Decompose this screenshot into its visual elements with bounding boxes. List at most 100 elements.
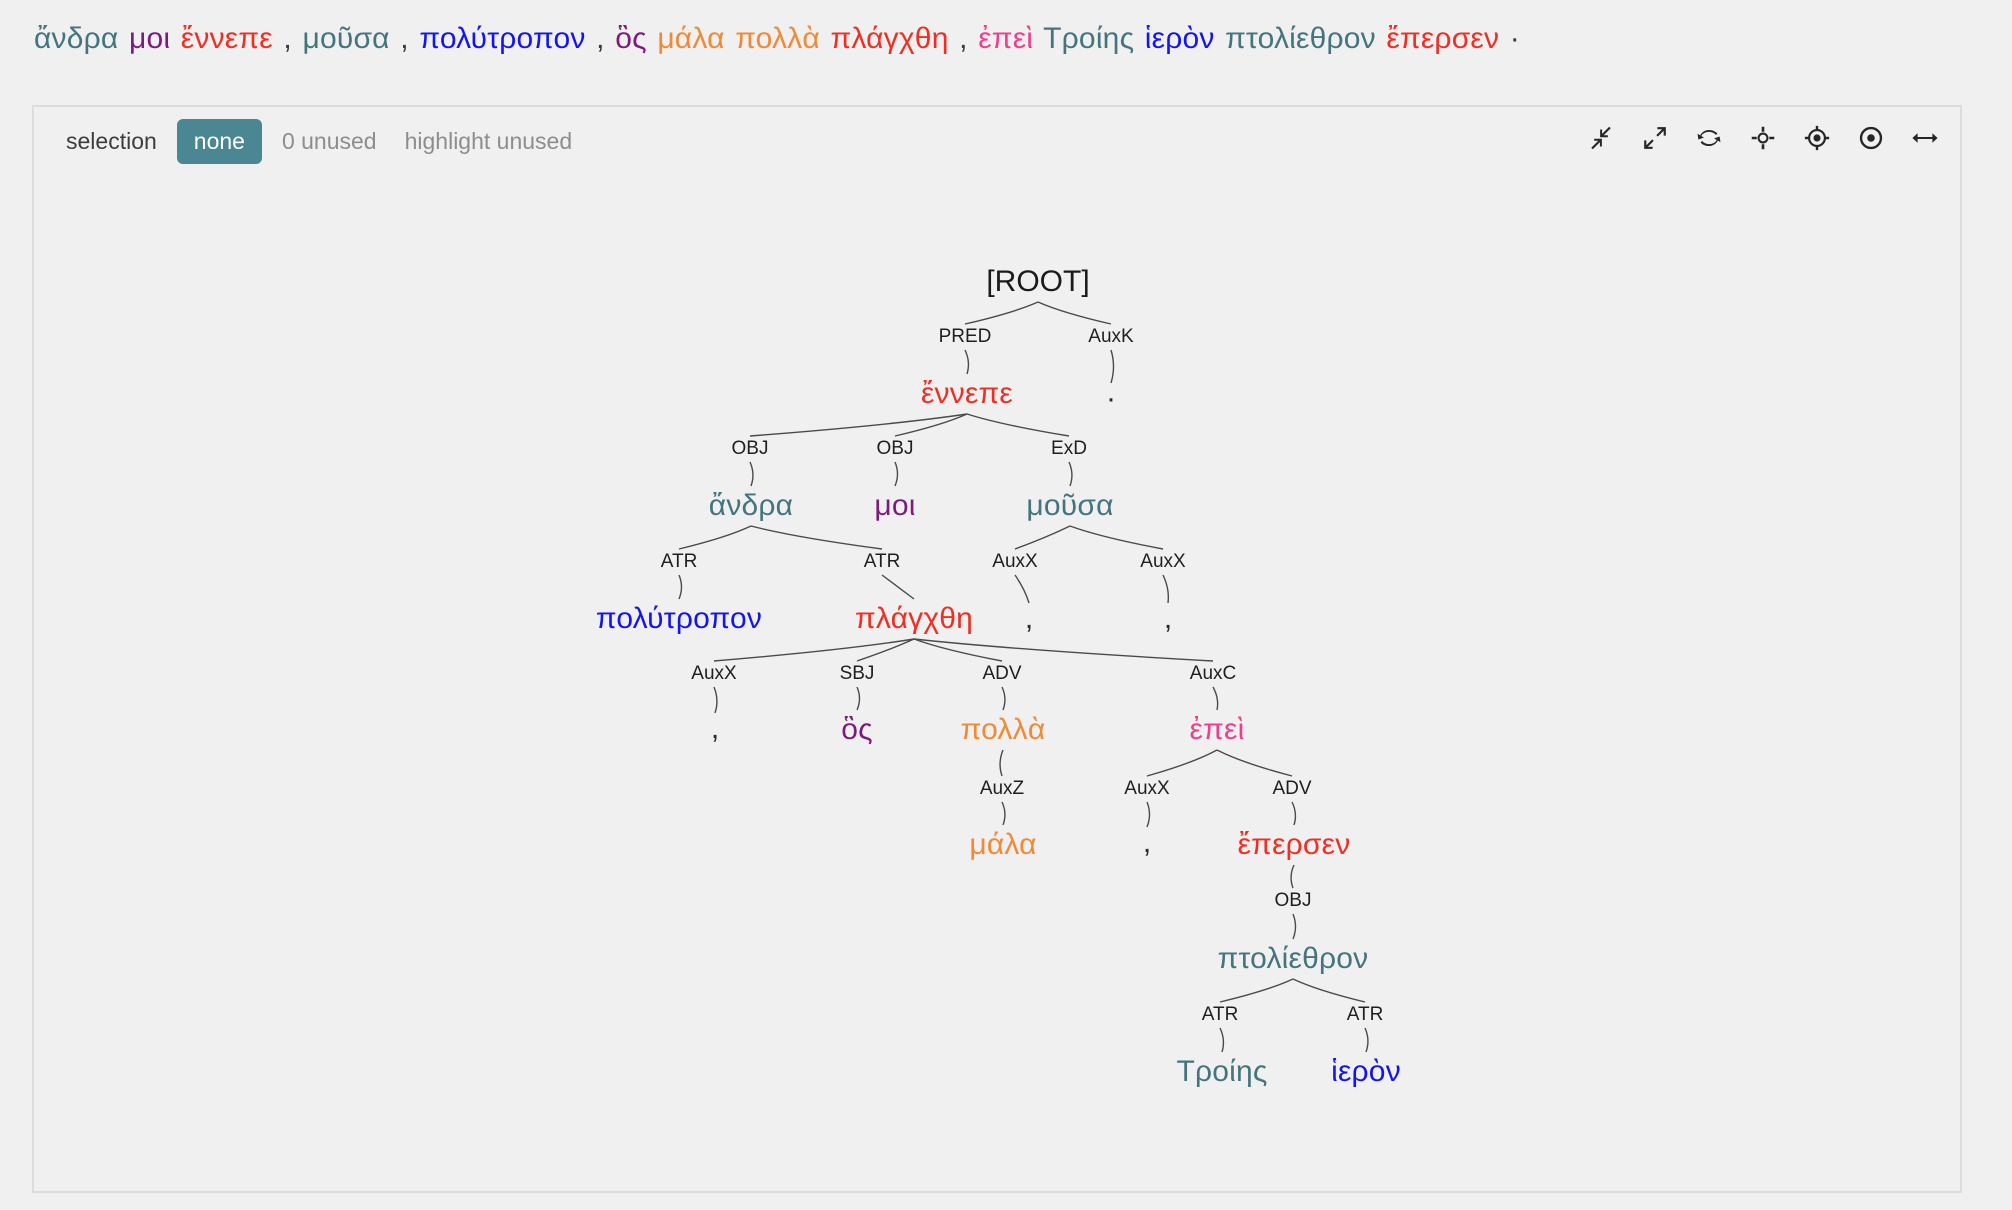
relation-label[interactable]: ExD [1051, 438, 1087, 460]
sentence-token[interactable]: ἄνδρα [34, 22, 118, 55]
sentence-token[interactable]: ἔννεπε [181, 22, 273, 55]
word-node[interactable]: ἔπερσεν [1238, 828, 1351, 862]
word-node[interactable]: μοι [874, 489, 915, 523]
sentence-token[interactable]: πλάγχθη [830, 22, 948, 55]
toolbar-left-group: selection none 0 unused highlight unused [52, 119, 586, 164]
expand-arrows-icon[interactable] [1638, 121, 1672, 155]
relation-label[interactable]: OBJ [732, 438, 769, 460]
word-node[interactable]: πλάγχθη [855, 602, 973, 636]
unused-count-label: 0 unused [281, 128, 377, 154]
word-node[interactable]: πτολίεθρον [1218, 942, 1369, 976]
word-node[interactable]: μοῦσα [1026, 489, 1113, 523]
tree-edge [713, 686, 718, 714]
relation-label[interactable]: ATR [1202, 1004, 1239, 1026]
target-icon[interactable] [1800, 121, 1834, 155]
punctuation-node[interactable]: , [1025, 602, 1033, 636]
root-node[interactable]: [ROOT] [986, 265, 1089, 299]
tree-edge [913, 638, 1214, 662]
tree-edge [678, 525, 752, 550]
tree-edge [1037, 301, 1112, 325]
tree-edge [1001, 686, 1006, 711]
punctuation-node[interactable]: , [1164, 602, 1172, 636]
tree-edge [856, 686, 861, 711]
sentence-token[interactable]: , [596, 22, 605, 55]
relation-label[interactable]: SBJ [840, 663, 875, 685]
tree-edge [964, 301, 1039, 325]
tree-edge [894, 413, 968, 437]
relation-label[interactable]: ATR [661, 551, 698, 573]
sentence-token[interactable]: μοι [129, 22, 170, 55]
sentence-token[interactable]: μοῦσα [302, 22, 389, 55]
punctuation-node[interactable]: , [1143, 826, 1151, 860]
tree-edge [1001, 801, 1006, 826]
tree-edge [749, 461, 754, 487]
relation-label[interactable]: ATR [864, 551, 901, 573]
sentence-token[interactable]: μάλα [657, 22, 724, 55]
sentence-token[interactable]: , [283, 22, 292, 55]
relation-label[interactable]: AuxC [1190, 663, 1236, 685]
punctuation-node[interactable]: · [1106, 382, 1116, 416]
word-node[interactable]: Τροίης [1176, 1055, 1267, 1089]
tree-edge [1216, 749, 1293, 777]
relation-label[interactable]: OBJ [1275, 890, 1312, 912]
tree-edge [881, 574, 915, 600]
sentence-token[interactable]: πολύτροπον [419, 22, 585, 55]
refresh-icon[interactable] [1692, 121, 1726, 155]
sentence-token[interactable]: · [1510, 22, 1520, 55]
relation-label[interactable]: AuxX [1140, 551, 1185, 573]
sentence-token[interactable]: ἔπερσεν [1386, 22, 1499, 55]
tree-edge [749, 413, 968, 437]
tree-edge [1146, 749, 1218, 777]
tree-edge [966, 413, 1070, 437]
tree-canvas[interactable]: [ROOT] PRED AuxK ἔννεπε · OBJ OBJ ExD ἄνδρα μοι μο… [34, 169, 1960, 1191]
tree-edge [1068, 461, 1073, 487]
tree-edge [1219, 1027, 1225, 1053]
relation-label[interactable]: AuxZ [980, 778, 1024, 800]
relation-label[interactable]: AuxX [1124, 778, 1169, 800]
relation-label[interactable]: OBJ [877, 438, 914, 460]
sentence-token[interactable]: ἱερὸν [1145, 22, 1215, 55]
relation-label[interactable]: PRED [939, 326, 992, 348]
tree-edge [913, 638, 1003, 662]
sentence-token[interactable]: ὃς [615, 22, 647, 55]
selection-value-badge[interactable]: none [176, 119, 262, 164]
punctuation-node[interactable]: , [711, 712, 719, 746]
tree-edge [1212, 686, 1219, 711]
word-node[interactable]: ἄνδρα [709, 489, 793, 523]
tree-edge [713, 638, 915, 662]
tree-panel: selection none 0 unused highlight unused [32, 105, 1962, 1193]
relation-label[interactable]: ATR [1347, 1004, 1384, 1026]
relation-label[interactable]: ADV [1272, 778, 1311, 800]
arrows-left-right-icon[interactable] [1908, 121, 1942, 155]
sentence-token[interactable]: πτολίεθρον [1225, 22, 1376, 55]
sentence-token[interactable]: Τροίης [1043, 22, 1134, 55]
tree-edge [999, 749, 1004, 777]
relation-label[interactable]: AuxX [691, 663, 736, 685]
highlight-unused-button[interactable]: highlight unused [391, 120, 587, 163]
toolbar: selection none 0 unused highlight unused [34, 107, 1960, 169]
sentence-token[interactable]: , [959, 22, 968, 55]
sentence-text: ἄνδρα μοι ἔννεπε , μοῦσα , πολύτροπον , … [0, 0, 2012, 72]
tree-edge [964, 349, 970, 375]
sentence-token[interactable]: , [400, 22, 409, 55]
compress-arrows-icon[interactable] [1584, 121, 1618, 155]
tree-edge [750, 525, 883, 550]
selection-label: selection [66, 128, 157, 154]
word-node[interactable]: μάλα [969, 828, 1036, 862]
relation-label[interactable]: AuxK [1088, 326, 1133, 348]
sentence-token[interactable]: ἐπεὶ [978, 22, 1033, 55]
word-node[interactable]: πολλὰ [961, 713, 1046, 747]
relation-label[interactable]: AuxX [992, 551, 1037, 573]
sentence-token[interactable]: πολλὰ [735, 22, 820, 55]
word-node[interactable]: ὃς [841, 713, 873, 747]
word-node[interactable]: ἐπεὶ [1190, 713, 1245, 747]
dot-circle-icon[interactable] [1854, 121, 1888, 155]
tree-edge [1290, 864, 1295, 889]
crosshair-icon[interactable] [1746, 121, 1780, 155]
relation-label[interactable]: ADV [982, 663, 1021, 685]
word-node[interactable]: ἱερὸν [1331, 1055, 1401, 1089]
word-node[interactable]: ἔννεπε [921, 377, 1013, 411]
tree-edge [1292, 978, 1366, 1003]
tree-edge [1219, 978, 1294, 1003]
word-node[interactable]: πολύτροπον [596, 602, 762, 636]
